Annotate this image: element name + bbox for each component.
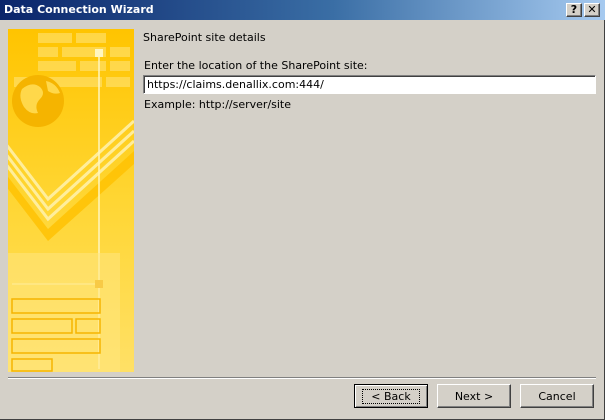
window-title: Data Connection Wizard [4, 3, 154, 16]
cancel-button[interactable]: Cancel [520, 384, 594, 408]
wizard-banner-image [8, 29, 134, 372]
next-button-label: Next > [454, 389, 494, 403]
site-location-input[interactable] [143, 75, 596, 94]
back-button[interactable]: < Back [354, 384, 428, 408]
close-button[interactable]: ✕ [584, 3, 600, 17]
cancel-button-label: Cancel [538, 389, 576, 403]
next-button[interactable]: Next > [437, 384, 511, 408]
help-button[interactable]: ? [566, 3, 582, 17]
data-connection-wizard-window: Data Connection Wizard ? ✕ SharePoint si… [0, 0, 605, 420]
help-icon: ? [570, 3, 578, 16]
back-button-label: < Back [362, 388, 420, 404]
close-icon: ✕ [587, 3, 597, 16]
example-hint: Example: http://server/site [144, 98, 292, 111]
title-bar[interactable]: Data Connection Wizard ? ✕ [0, 0, 605, 20]
button-area-divider [8, 377, 596, 379]
banner-artwork [8, 29, 134, 372]
site-location-label: Enter the location of the SharePoint sit… [144, 59, 368, 72]
step-heading: SharePoint site details [143, 31, 266, 44]
